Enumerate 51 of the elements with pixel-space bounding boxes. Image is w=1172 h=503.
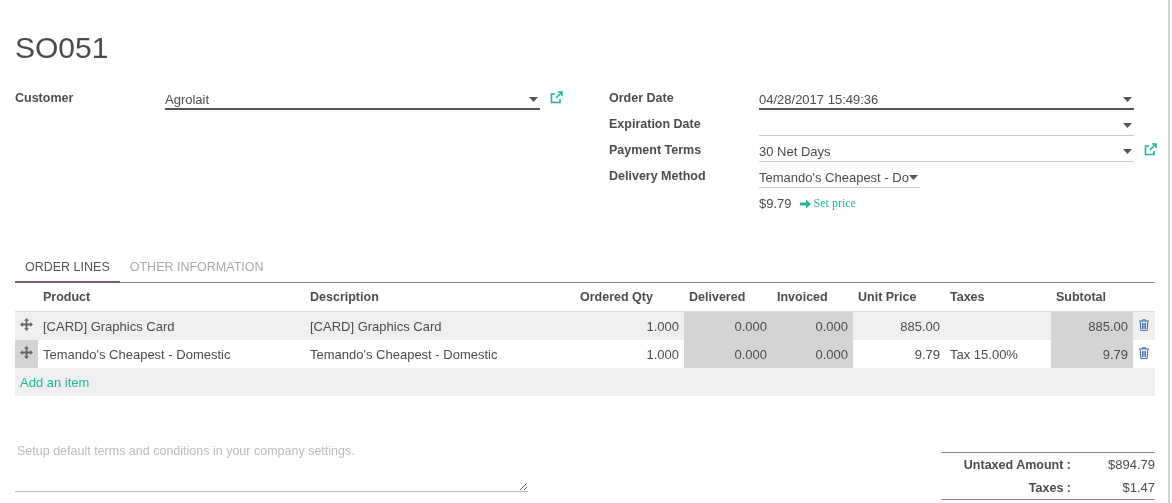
dropdown-field[interactable]: 30 Net Days	[759, 142, 1134, 162]
table-cell: 1.000	[646, 318, 679, 334]
table-cell: Temando's Cheapest - Domestic	[310, 346, 498, 362]
caret-icon	[1123, 149, 1132, 154]
arrow-right-icon	[799, 198, 811, 209]
dropdown-field[interactable]: 04/28/2017 15:49:36	[759, 90, 1134, 110]
dropdown-field[interactable]: Agrolait	[165, 90, 540, 110]
table-cell: [CARD] Graphics Card	[310, 318, 442, 334]
column-header[interactable]: Taxes	[950, 290, 985, 304]
column-header[interactable]: Description	[310, 290, 379, 304]
field-label: Payment Terms	[609, 142, 703, 157]
trash-icon[interactable]	[1139, 346, 1149, 359]
field-label: Customer	[15, 90, 75, 105]
table-cell: 0.000	[815, 318, 848, 334]
field-label: Delivery Method	[609, 168, 707, 183]
drag-handle-icon[interactable]	[20, 318, 33, 331]
column-header[interactable]: Ordered Qty	[580, 290, 653, 304]
record-title: SO051	[15, 30, 110, 66]
external-link-icon[interactable]	[1144, 143, 1157, 156]
table-cell: Tax 15.00%	[950, 346, 1018, 362]
table-cell: 0.000	[734, 318, 767, 334]
table-cell: 885.00	[900, 318, 940, 334]
total-value: $1.47	[1121, 480, 1155, 495]
total-label: Untaxed Amount :	[962, 457, 1071, 472]
table-cell: Temando's Cheapest - Domestic	[43, 346, 231, 362]
field-label: Order Date	[609, 90, 675, 105]
column-header[interactable]: Delivered	[689, 290, 746, 304]
column-header[interactable]: Invoiced	[777, 290, 828, 304]
column-header[interactable]: Product	[43, 290, 91, 304]
delivery-price: $9.79	[759, 196, 792, 211]
dropdown-field[interactable]: Temando's Cheapest - Do	[759, 168, 920, 188]
caret-icon	[908, 175, 918, 180]
caret-icon	[529, 96, 538, 102]
table-cell: 9.79	[914, 346, 940, 362]
tab[interactable]: ORDER LINES	[15, 252, 120, 283]
table-cell: [CARD] Graphics Card	[43, 318, 175, 334]
column-header[interactable]: Subtotal	[1056, 290, 1106, 304]
total-label: Taxes :	[1027, 480, 1071, 495]
trash-icon[interactable]	[1139, 318, 1149, 331]
table-cell: 0.000	[734, 346, 767, 362]
caret-icon	[1123, 123, 1132, 128]
caret-icon	[1123, 96, 1132, 102]
table-cell: 885.00	[1088, 318, 1128, 334]
total-value: $894.79	[1107, 457, 1155, 472]
column-header[interactable]: Unit Price	[858, 290, 917, 304]
table-cell: 1.000	[646, 346, 679, 362]
table-cell: 0.000	[815, 346, 848, 362]
field-label: Expiration Date	[609, 116, 702, 131]
drag-handle-icon[interactable]	[20, 346, 33, 359]
external-link-icon[interactable]	[550, 91, 563, 104]
table-cell: 9.79	[1102, 346, 1128, 362]
